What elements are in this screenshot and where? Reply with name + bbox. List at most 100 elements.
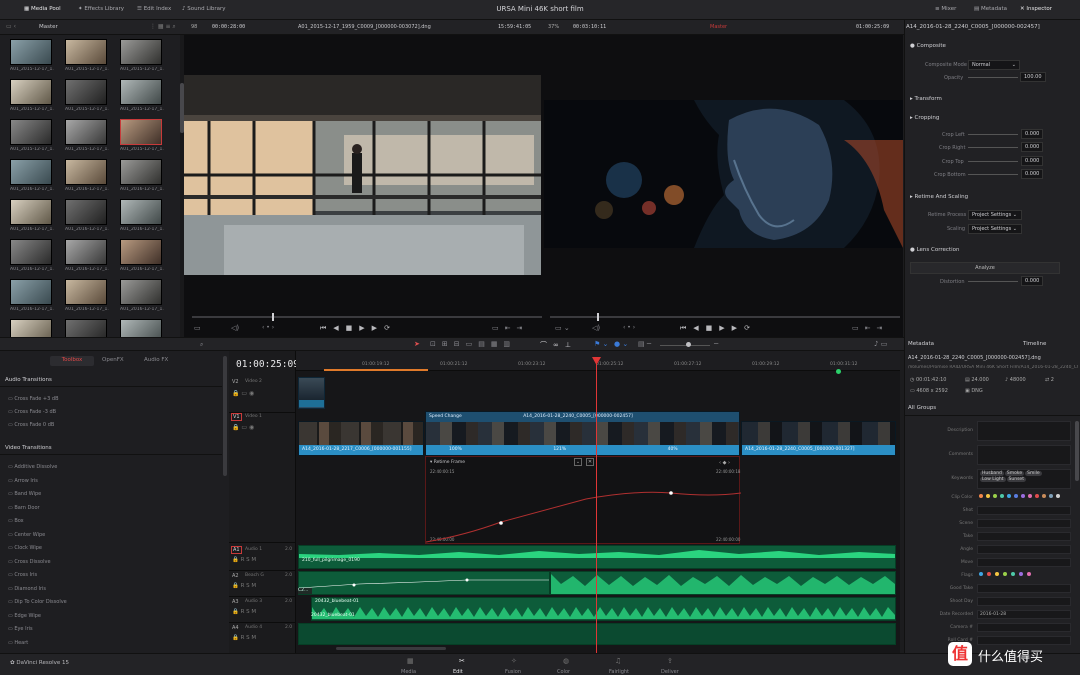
page-tab-fairlight[interactable]: Fairlight: [609, 669, 629, 675]
video-transition-item[interactable]: ▭ Clock Wipe: [8, 545, 42, 551]
bin-toggle-icon[interactable]: ▭ ‹: [6, 23, 16, 30]
zoom-icons[interactable]: ▤ ─: [638, 340, 651, 348]
record-options-icon[interactable]: ▭ ⌄: [555, 324, 570, 332]
tab-audio-fx[interactable]: Audio FX: [144, 357, 168, 363]
crop-top-field[interactable]: 0.000: [1021, 156, 1044, 166]
edit-tool-icons[interactable]: ⊡⊞⊟▭▤▦▥: [430, 340, 516, 348]
page-tab-deliver[interactable]: Deliver: [661, 669, 679, 675]
record-jog-icon[interactable]: ‹ • ›: [623, 324, 635, 331]
source-scrubber[interactable]: [192, 316, 542, 318]
video-transition-item[interactable]: ▭ Box: [8, 518, 24, 524]
audio-transition-item[interactable]: ▭ Cross Fade +3 dB: [8, 396, 59, 402]
scaling-select[interactable]: Project Settings ⌄: [968, 224, 1022, 234]
tab-openfx[interactable]: OpenFX: [102, 357, 124, 363]
clip-color-swatch[interactable]: [1007, 494, 1011, 498]
page-tab-edit[interactable]: Edit: [453, 669, 463, 675]
audio-clip-a1[interactable]: 210_full_pilgrimage_0190: [298, 545, 896, 569]
timeline-marker[interactable]: [836, 369, 841, 374]
video-transition-item[interactable]: ▭ Arrow Iris: [8, 478, 38, 484]
video-transition-item[interactable]: ▭ Heart: [8, 640, 28, 646]
track-a2-label[interactable]: A2: [232, 573, 239, 579]
source-clip-name[interactable]: A01_2015-12-17_1959_C0009_[000000-003072…: [298, 24, 431, 30]
retime-process-select[interactable]: Project Settings ⌄: [968, 210, 1022, 220]
record-scrubber[interactable]: [550, 316, 900, 318]
track-a1-controls[interactable]: 🔒 R S M: [232, 557, 256, 563]
zoom-in-icon[interactable]: ─: [714, 340, 718, 348]
page-tab-fusion[interactable]: Fusion: [505, 669, 521, 675]
media-pool-clip[interactable]: A01_2015-12-17_1...: [10, 119, 54, 159]
clip-color-swatch[interactable]: [1000, 494, 1004, 498]
video-transition-item[interactable]: ▭ Center Wipe: [8, 532, 45, 538]
clip-color-swatch[interactable]: [1028, 494, 1032, 498]
keyword-tag[interactable]: Low Light: [980, 477, 1006, 482]
audio-transition-item[interactable]: ▭ Cross Fade 0 dB: [8, 422, 54, 428]
track-a3-label[interactable]: A3: [232, 599, 239, 605]
lens-correction-section[interactable]: ● Lens Correction: [910, 247, 959, 253]
metadata-timeline-tab[interactable]: Timeline: [1023, 341, 1046, 347]
clip-color-swatch[interactable]: [986, 494, 990, 498]
timeline-name[interactable]: Master: [710, 24, 727, 30]
v1-clip-3[interactable]: A14_2016-01-28_2240_C0005_[000000-001327…: [741, 421, 896, 456]
track-v1-label[interactable]: V1: [231, 413, 242, 421]
crop-bottom-slider[interactable]: [968, 174, 1018, 175]
clip-color-swatch[interactable]: [1049, 494, 1053, 498]
media-pool-clip[interactable]: A01_2016-12-17_1...: [65, 199, 109, 239]
flag-icon[interactable]: ⚑ ⌄: [594, 340, 608, 348]
video-transition-item[interactable]: ▭ Barn Door: [8, 505, 40, 511]
clip-color-swatch[interactable]: [1035, 494, 1039, 498]
media-pool-clip[interactable]: A01_2015-12-17_1...: [10, 39, 54, 79]
metadata-button[interactable]: ▤ Metadata: [974, 6, 1007, 12]
keyword-tag[interactable]: Husband: [980, 471, 1004, 476]
source-viewer-frame[interactable]: [184, 75, 541, 275]
metadata-field-input[interactable]: [977, 584, 1071, 593]
video-transition-item[interactable]: ▭ Additive Dissolve: [8, 464, 57, 470]
mixer-button[interactable]: ≡ Mixer: [935, 6, 956, 12]
curve-keyframe-1[interactable]: [499, 521, 503, 525]
keyword-tag[interactable]: Sunset: [1006, 477, 1026, 482]
video-transition-item[interactable]: ▭ Edge Wipe: [8, 613, 41, 619]
track-v1-controls[interactable]: 🔒 ▭ ◉: [232, 424, 254, 431]
toolbox-scrollbar[interactable]: [223, 356, 227, 476]
audio-transition-item[interactable]: ▭ Cross Fade -3 dB: [8, 409, 56, 415]
media-pool-clip[interactable]: A01_2016-12-17_1...: [65, 159, 109, 199]
crop-bottom-field[interactable]: 0.000: [1021, 169, 1044, 179]
v1-clip-2[interactable]: Speed Change A14_2016-01-28_2240_C0005_[…: [425, 411, 740, 456]
clip-color-swatch[interactable]: [1042, 494, 1046, 498]
track-v2-controls[interactable]: 🔒 ▭ ◉: [232, 390, 254, 397]
jog-icon[interactable]: ‹ • ›: [262, 324, 274, 331]
metadata-group[interactable]: All Groups: [908, 405, 936, 411]
flag-swatch[interactable]: [979, 572, 983, 576]
viewer-zoom[interactable]: 37%: [548, 24, 559, 30]
metadata-field-input[interactable]: [977, 493, 1071, 502]
inspector-button[interactable]: ✕ Inspector: [1020, 6, 1052, 12]
timeline-scrollbar[interactable]: [336, 647, 446, 650]
metadata-scrollbar[interactable]: [1075, 421, 1079, 481]
metadata-field-input[interactable]: [977, 545, 1071, 554]
audio-meter-icon[interactable]: ♪ ▭: [874, 340, 887, 348]
record-playhead[interactable]: [597, 313, 599, 321]
media-pool-clip[interactable]: A01_2016-12-17_1...: [120, 199, 164, 239]
track-a1-label[interactable]: A1: [231, 546, 242, 554]
source-playhead[interactable]: [272, 313, 274, 321]
clip-color-swatch[interactable]: [1021, 494, 1025, 498]
cropping-section[interactable]: ▸ Cropping: [910, 115, 939, 121]
page-fusion-icon[interactable]: ✧: [511, 657, 517, 665]
clip-color-swatch[interactable]: [979, 494, 983, 498]
page-edit-icon[interactable]: ✂: [459, 657, 465, 665]
playhead[interactable]: [596, 357, 597, 653]
crop-top-slider[interactable]: [968, 161, 1018, 162]
audio-clip-a2-right[interactable]: [550, 571, 896, 595]
clip-color-swatch[interactable]: [1056, 494, 1060, 498]
source-transport-buttons[interactable]: ⏮◀■▶▶⟳: [320, 324, 397, 333]
media-pool-clip[interactable]: A01_2015-12-17_1...: [120, 39, 164, 79]
composite-section[interactable]: ● Composite: [910, 43, 946, 49]
video-transition-item[interactable]: ▭ Band Wipe: [8, 491, 41, 497]
metadata-field-input[interactable]: [977, 571, 1071, 580]
timeline[interactable]: 01:00:19:12 01:00:21:12 01:00:23:12 01:00:2…: [296, 351, 935, 653]
metadata-field-input[interactable]: [977, 623, 1071, 632]
video-transition-item[interactable]: ▭ Dip To Color Dissolve: [8, 599, 67, 605]
v1-clip-1[interactable]: A14_2016-01-28_2217_C0006_[000000-001155…: [298, 421, 424, 456]
timeline-zoom-slider[interactable]: [660, 345, 710, 346]
media-pool-clip[interactable]: A01_2015-12-17_1...: [65, 39, 109, 79]
distortion-field[interactable]: 0.000: [1021, 276, 1044, 286]
